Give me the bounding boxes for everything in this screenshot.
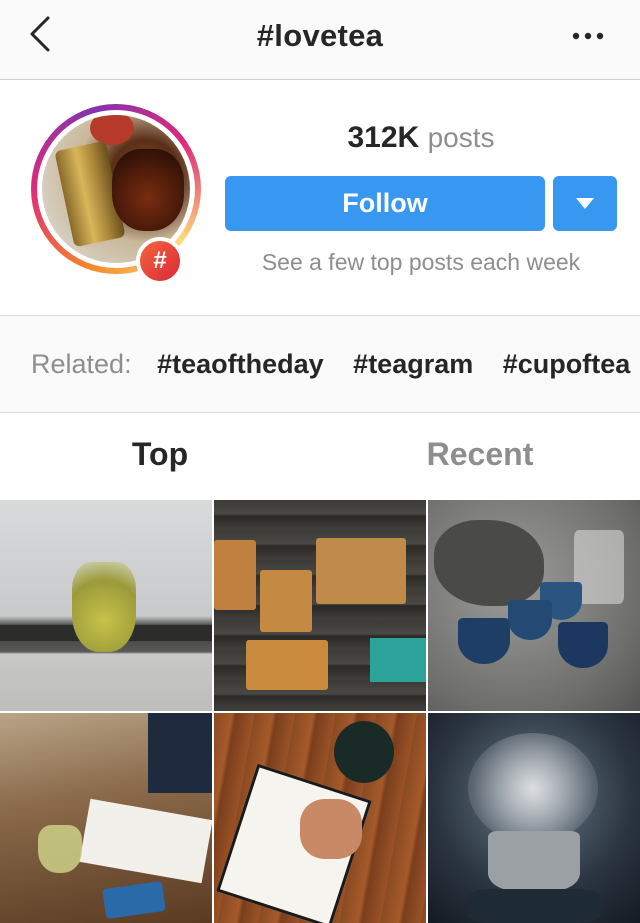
post-thumbnail-reading-tea[interactable]	[0, 713, 212, 923]
more-options-button[interactable]	[568, 26, 608, 46]
top-nav-bar: #lovetea	[0, 0, 640, 80]
hashtag-header: # 312K posts Follow See a few top posts …	[0, 81, 640, 315]
post-thumbnail-glass-tea[interactable]	[0, 500, 212, 711]
post-count-label: posts	[427, 122, 495, 153]
teapot-shape	[112, 149, 184, 231]
hashtag-badge-icon: #	[136, 237, 184, 285]
post-thumbnail-blue-cups[interactable]	[428, 500, 640, 711]
post-grid	[0, 500, 640, 923]
tab-top[interactable]: Top	[0, 436, 320, 473]
tab-recent[interactable]: Recent	[320, 436, 640, 473]
follow-subtitle: See a few top posts each week	[261, 249, 581, 275]
related-label: Related:	[31, 349, 132, 379]
post-thumbnail-tea-trays[interactable]	[214, 500, 426, 711]
caret-down-icon	[576, 198, 594, 209]
related-tag-cupoftea[interactable]: #cupoftea	[503, 349, 631, 379]
feed-tabs: Top Recent	[0, 414, 640, 500]
follow-button[interactable]: Follow	[225, 176, 545, 231]
ellipsis-icon	[572, 32, 604, 40]
related-tag-teaoftheday[interactable]: #teaoftheday	[157, 349, 324, 379]
post-thumbnail-steaming-pot[interactable]	[428, 713, 640, 923]
post-thumbnail-drawing-notebook[interactable]	[214, 713, 426, 923]
post-count-number: 312K	[347, 121, 420, 154]
related-tag-teagram[interactable]: #teagram	[353, 349, 473, 379]
page-title: #lovetea	[256, 18, 384, 53]
follow-options-button[interactable]	[553, 176, 617, 231]
apple-shape	[90, 115, 134, 145]
related-hashtags-bar[interactable]: Related: #teaoftheday #teagram #cupoftea	[0, 315, 640, 413]
post-count: 312K posts	[225, 121, 617, 155]
